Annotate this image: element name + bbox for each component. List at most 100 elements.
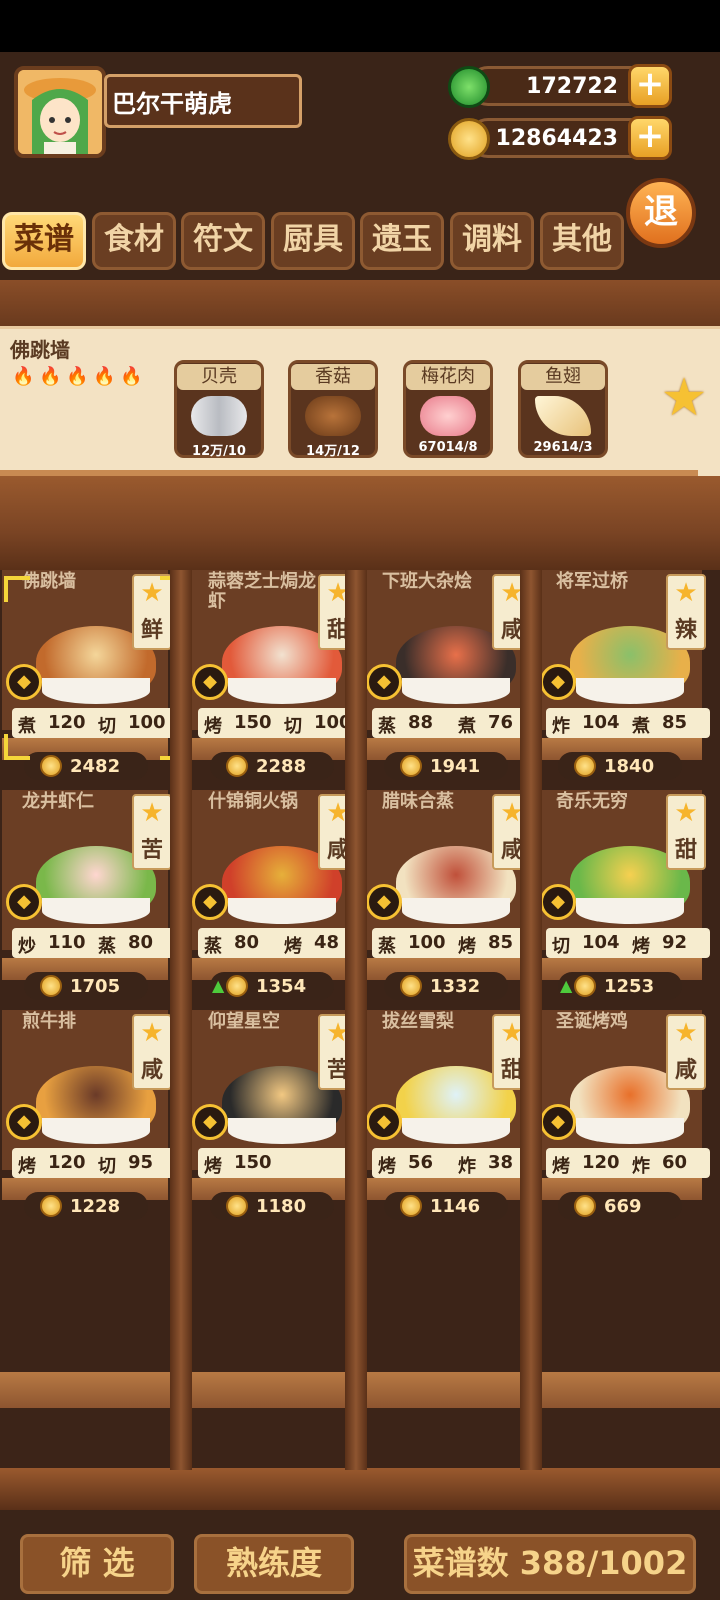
- skill-value: 110: [48, 932, 86, 953]
- tab-runes[interactable]: 符文: [181, 212, 265, 270]
- recipe-price: 1840: [604, 756, 655, 777]
- proficiency-button[interactable]: 熟练度: [194, 1534, 354, 1594]
- shelf-board: [0, 1468, 720, 1510]
- star-icon: ★: [674, 1018, 698, 1048]
- rune-badge-icon[interactable]: ◆: [366, 1104, 402, 1140]
- tab-kitchenware[interactable]: 厨具: [271, 212, 355, 270]
- flavor-label: 苦: [140, 838, 163, 863]
- recipe-price: 1146: [430, 1196, 481, 1217]
- skill-value: 120: [48, 712, 86, 733]
- flavor-label: 咸: [674, 1058, 697, 1083]
- coin-icon: [448, 118, 490, 160]
- bowl: [576, 1118, 684, 1144]
- bowl: [402, 898, 510, 924]
- selection-corner: [4, 576, 30, 602]
- rune-badge-icon[interactable]: ◆: [192, 884, 228, 920]
- selected-recipe-name: 佛跳墙: [10, 338, 70, 362]
- skill-name: 切: [284, 716, 302, 737]
- status-bar: [0, 0, 720, 52]
- skill-value: 120: [582, 1152, 620, 1173]
- skill-value: 48: [314, 932, 340, 953]
- skill-name: 烤: [552, 1156, 570, 1177]
- jade-value: 172722: [526, 74, 618, 99]
- recipe-name: 仰望星空: [208, 1011, 280, 1032]
- recipe-price: 1180: [256, 1196, 307, 1217]
- jade-icon: [448, 66, 490, 108]
- skill-name: 切: [552, 936, 570, 957]
- rune-badge-icon[interactable]: ◆: [540, 664, 576, 700]
- recipe-count-label: 菜谱数 388/1002: [404, 1534, 696, 1594]
- skill-name: 烤: [378, 1156, 396, 1177]
- skill-value: 95: [128, 1152, 154, 1173]
- skill-value: 76: [488, 712, 514, 733]
- rune-badge-icon[interactable]: ◆: [192, 664, 228, 700]
- shelf-post: [520, 570, 542, 1470]
- rune-badge-icon[interactable]: ◆: [6, 884, 42, 920]
- tab-ingredients[interactable]: 食材: [92, 212, 176, 270]
- recipe-name: 蒜蓉芝士焗龙虾: [208, 571, 316, 612]
- tab-relics[interactable]: 遗玉: [360, 212, 444, 270]
- ingredient-name: 梅花肉: [406, 364, 490, 390]
- shelf-post: [170, 570, 192, 1470]
- star-icon: ★: [140, 798, 164, 828]
- bowl: [228, 898, 336, 924]
- rune-badge-icon[interactable]: ◆: [192, 1104, 228, 1140]
- skill-name: 蒸: [378, 716, 396, 737]
- skill-value: 60: [662, 1152, 688, 1173]
- bowl: [576, 898, 684, 924]
- flavor-label: 鲜: [140, 618, 163, 643]
- skill-value: 104: [582, 712, 620, 733]
- skill-value: 80: [128, 932, 154, 953]
- shelf-divider: [0, 280, 720, 326]
- rune-badge-icon[interactable]: ◆: [366, 884, 402, 920]
- coin-icon: [226, 975, 248, 997]
- ingredient-name: 香菇: [291, 364, 375, 390]
- rune-badge-icon[interactable]: ◆: [540, 1104, 576, 1140]
- coin-value: 12864423: [495, 126, 618, 151]
- skill-name: 炒: [18, 936, 36, 957]
- player-avatar[interactable]: [14, 66, 106, 158]
- up-arrow-icon: ▲: [560, 976, 573, 995]
- skill-name: 烤: [204, 1156, 222, 1177]
- skill-value: 56: [408, 1152, 434, 1173]
- recipe-price: 2482: [70, 756, 121, 777]
- recipe-name: 将军过桥: [556, 571, 628, 592]
- flame-icon: 🔥: [66, 366, 89, 387]
- tab-seasonings[interactable]: 调料: [450, 212, 534, 270]
- coin-icon: [40, 755, 62, 777]
- up-arrow-icon: ▲: [212, 976, 225, 995]
- recipe-name: 什锦铜火锅: [208, 791, 298, 812]
- tab-recipes[interactable]: 菜谱: [2, 212, 86, 270]
- shelf-post: [345, 570, 367, 1470]
- star-icon: ★: [674, 578, 698, 608]
- bowl: [42, 898, 150, 924]
- coin-icon: [400, 975, 422, 997]
- rune-badge-icon[interactable]: ◆: [6, 664, 42, 700]
- ingredient-qty: 67014/8: [418, 440, 478, 455]
- add-jade-button[interactable]: +: [628, 64, 672, 108]
- coin-icon: [226, 755, 248, 777]
- flame-icon: 🔥: [12, 366, 35, 387]
- coin-icon: [574, 1195, 596, 1217]
- tab-others[interactable]: 其他: [540, 212, 624, 270]
- avatar-portrait-icon: [18, 70, 102, 154]
- filter-button[interactable]: 筛 选: [20, 1534, 174, 1594]
- recipe-name: 腊味合蒸: [382, 791, 454, 812]
- rune-badge-icon[interactable]: ◆: [6, 1104, 42, 1140]
- pork-icon: [420, 396, 476, 436]
- star-icon: ★: [674, 798, 698, 828]
- rune-badge-icon[interactable]: ◆: [366, 664, 402, 700]
- exit-button[interactable]: 退: [626, 178, 696, 248]
- rune-badge-icon[interactable]: ◆: [540, 884, 576, 920]
- recipe-price: 1705: [70, 976, 121, 997]
- recipe-price: 1354: [256, 976, 307, 997]
- favorite-star-icon[interactable]: ★: [656, 370, 712, 426]
- skill-name: 切: [98, 716, 116, 737]
- skill-value: 120: [48, 1152, 86, 1173]
- skill-value: 150: [234, 1152, 272, 1173]
- add-coin-button[interactable]: +: [628, 116, 672, 160]
- recipe-price: 2288: [256, 756, 307, 777]
- skill-name: 蒸: [204, 936, 222, 957]
- ingredient-name: 鱼翅: [521, 364, 605, 390]
- bowl: [402, 1118, 510, 1144]
